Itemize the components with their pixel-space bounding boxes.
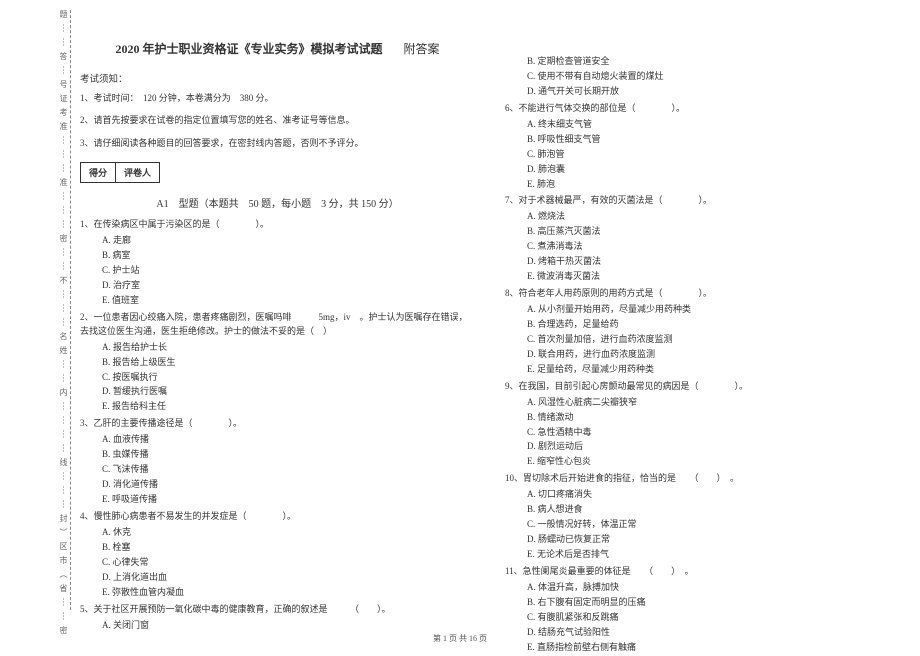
question-options: A. 休克B. 栓塞C. 心律失常D. 上消化道出血E. 弥散性血管内凝血 xyxy=(102,526,475,600)
option: C. 煮沸消毒法 xyxy=(527,240,900,254)
option: C. 飞沫传播 xyxy=(102,463,475,477)
subtitle-text: 附答案 xyxy=(404,42,440,56)
instructions-heading: 考试须知： xyxy=(80,71,475,85)
option: B. 右下腹有固定而明显的压痛 xyxy=(527,596,900,610)
option: B. 合理选药，足量给药 xyxy=(527,318,900,332)
instruction-2: 2、请首先按要求在试卷的指定位置填写您的姓名、准考证号等信息。 xyxy=(80,113,475,127)
option: A. 风湿性心脏病二尖瓣狭窄 xyxy=(527,396,900,410)
option: A. 燃烧法 xyxy=(527,210,900,224)
question-stem: 8、符合老年人用药原则的用药方式是（ ）。 xyxy=(505,287,900,301)
question-options: A. 从小剂量开始用药，尽量减少用药种类B. 合理选药，足量给药C. 首次剂量加… xyxy=(527,303,900,377)
option: A. 休克 xyxy=(102,526,475,540)
question-options: A. 终末细支气管B. 呼吸性细支气管C. 肺泡管D. 肺泡囊E. 肺泡 xyxy=(527,118,900,192)
option: E. 肺泡 xyxy=(527,178,900,192)
option: A. 终末细支气管 xyxy=(527,118,900,132)
option: E. 缩窄性心包炎 xyxy=(527,455,900,469)
question-stem: 4、慢性肺心病患者不易发生的并发症是（ ）。 xyxy=(80,510,475,524)
option: C. 按医嘱执行 xyxy=(102,371,475,385)
option: A. 从小剂量开始用药，尽量减少用药种类 xyxy=(527,303,900,317)
score-cell: 得分 xyxy=(81,163,116,183)
question-stem: 6、不能进行气体交换的部位是（ ）。 xyxy=(505,102,900,116)
option: C. 心律失常 xyxy=(102,556,475,570)
question-options: A. 报告给护士长B. 报告给上级医生C. 按医嘱执行D. 暂缓执行医嘱E. 报… xyxy=(102,341,475,415)
option: C. 一般情况好转，体温正常 xyxy=(527,518,900,532)
instruction-1: 1、考试时间： 120 分钟，本卷满分为 380 分。 xyxy=(80,91,475,105)
option: E. 无论术后是否排气 xyxy=(527,548,900,562)
option: B. 虫媒传播 xyxy=(102,448,475,462)
question-stem: 7、对于术器械最严，有效的灭菌法是（ ）。 xyxy=(505,194,900,208)
option: D. 上消化道出血 xyxy=(102,571,475,585)
option: B. 病室 xyxy=(102,249,475,263)
option: E. 值班室 xyxy=(102,294,475,308)
question-options: B. 定期检查管道安全C. 使用不带有自动熄火装置的煤灶D. 通气开关可长期开放 xyxy=(527,55,900,99)
binding-margin-labels: 题⋯⋯答⋯号证考准⋯⋯⋯准⋯⋯⋯密⋯⋯不⋯⋯⋯名姓⋯⋯内⋯⋯⋯⋯线⋯⋯⋯封）区市… xyxy=(55,10,67,640)
option: D. 肠蠕动已恢复正常 xyxy=(527,533,900,547)
option: B. 栓塞 xyxy=(102,541,475,555)
marker-cell: 评卷人 xyxy=(116,163,160,183)
option: E. 报告给科主任 xyxy=(102,400,475,414)
option: D. 治疗室 xyxy=(102,279,475,293)
option: A. 报告给护士长 xyxy=(102,341,475,355)
option: B. 情绪激动 xyxy=(527,411,900,425)
option: D. 剧烈运动后 xyxy=(527,440,900,454)
question-stem: 10、胃切除术后开始进食的指征，恰当的是 （ ） 。 xyxy=(505,472,900,486)
score-table: 得分 评卷人 xyxy=(80,162,160,183)
question-stem: 11、急性阑尾炎最重要的体征是 （ ） 。 xyxy=(505,565,900,579)
option: D. 通气开关可长期开放 xyxy=(527,85,900,99)
option: A. 体温升高，脉搏加快 xyxy=(527,581,900,595)
option: E. 足量给药，尽量减少用药种类 xyxy=(527,363,900,377)
option: D. 消化道传播 xyxy=(102,478,475,492)
option: D. 联合用药，进行血药浓度监测 xyxy=(527,348,900,362)
question-stem: 3、乙肝的主要传播途径是（ ）。 xyxy=(80,417,475,431)
option: E. 微波消毒灭菌法 xyxy=(527,270,900,284)
option: B. 高压蒸汽灭菌法 xyxy=(527,225,900,239)
question-options: A. 走廊B. 病室C. 护士站D. 治疗室E. 值班室 xyxy=(102,234,475,308)
option: B. 定期检查管道安全 xyxy=(527,55,900,69)
option: C. 护士站 xyxy=(102,264,475,278)
question-stem: 2、一位患者因心绞痛入院，患者疼痛剧烈，医嘱吗啡 5mg，iv 。护士认为医嘱存… xyxy=(80,311,475,339)
option: A. 关闭门窗 xyxy=(102,619,475,633)
option: E. 弥散性血管内凝血 xyxy=(102,586,475,600)
option: D. 烤箱干热灭菌法 xyxy=(527,255,900,269)
question-options: A. 风湿性心脏病二尖瓣狭窄B. 情绪激动C. 急性酒精中毒D. 剧烈运动后E.… xyxy=(527,396,900,470)
question-stem: 1、在传染病区中属于污染区的是（ ）。 xyxy=(80,218,475,232)
column-left: 2020 年护士职业资格证《专业实务》模拟考试试题 附答案 考试须知： 1、考试… xyxy=(80,10,475,656)
question-options: A. 切口疼痛消失B. 病人想进食C. 一般情况好转，体温正常D. 肠蠕动已恢复… xyxy=(527,488,900,562)
option: B. 报告给上级医生 xyxy=(102,356,475,370)
section-a1-heading: A1 型题（本题共 50 题，每小题 3 分，共 150 分） xyxy=(80,195,475,210)
option: C. 使用不带有自动熄火装置的煤灶 xyxy=(527,70,900,84)
option: C. 有腹肌紧张和反跳痛 xyxy=(527,611,900,625)
title-text: 2020 年护士职业资格证《专业实务》模拟考试试题 xyxy=(115,42,382,56)
page-content: 2020 年护士职业资格证《专业实务》模拟考试试题 附答案 考试须知： 1、考试… xyxy=(80,10,900,656)
exam-title: 2020 年护士职业资格证《专业实务》模拟考试试题 附答案 xyxy=(80,40,475,57)
question-stem: 9、在我国，目前引起心房颤动最常见的病因是（ ）。 xyxy=(505,380,900,394)
question-options: A. 关闭门窗 xyxy=(102,619,475,633)
column-right: B. 定期检查管道安全C. 使用不带有自动熄火装置的煤灶D. 通气开关可长期开放… xyxy=(505,10,900,656)
binding-dashed-line xyxy=(70,10,71,610)
option: A. 血液传播 xyxy=(102,433,475,447)
option: E. 呼吸道传播 xyxy=(102,493,475,507)
question-options: A. 燃烧法B. 高压蒸汽灭菌法C. 煮沸消毒法D. 烤箱干热灭菌法E. 微波消… xyxy=(527,210,900,284)
option: C. 首次剂量加倍，进行血药浓度监测 xyxy=(527,333,900,347)
option: D. 暂缓执行医嘱 xyxy=(102,385,475,399)
instruction-3: 3、请仔细阅读各种题目的回答要求，在密封线内答题，否则不予评分。 xyxy=(80,136,475,150)
question-options: A. 血液传播B. 虫媒传播C. 飞沫传播D. 消化道传播E. 呼吸道传播 xyxy=(102,433,475,507)
option: B. 呼吸性细支气管 xyxy=(527,133,900,147)
page-footer: 第 1 页 共 16 页 xyxy=(0,633,920,644)
question-stem: 5、关于社区开展预防一氧化碳中毒的健康教育，正确的叙述是 （ ）。 xyxy=(80,603,475,617)
option: B. 病人想进食 xyxy=(527,503,900,517)
option: A. 走廊 xyxy=(102,234,475,248)
option: C. 急性酒精中毒 xyxy=(527,426,900,440)
option: C. 肺泡管 xyxy=(527,148,900,162)
questions-right-container: B. 定期检查管道安全C. 使用不带有自动熄火装置的煤灶D. 通气开关可长期开放… xyxy=(505,55,900,655)
option: D. 肺泡囊 xyxy=(527,163,900,177)
option: A. 切口疼痛消失 xyxy=(527,488,900,502)
questions-left-container: 1、在传染病区中属于污染区的是（ ）。 A. 走廊B. 病室C. 护士站D. 治疗… xyxy=(80,218,475,632)
